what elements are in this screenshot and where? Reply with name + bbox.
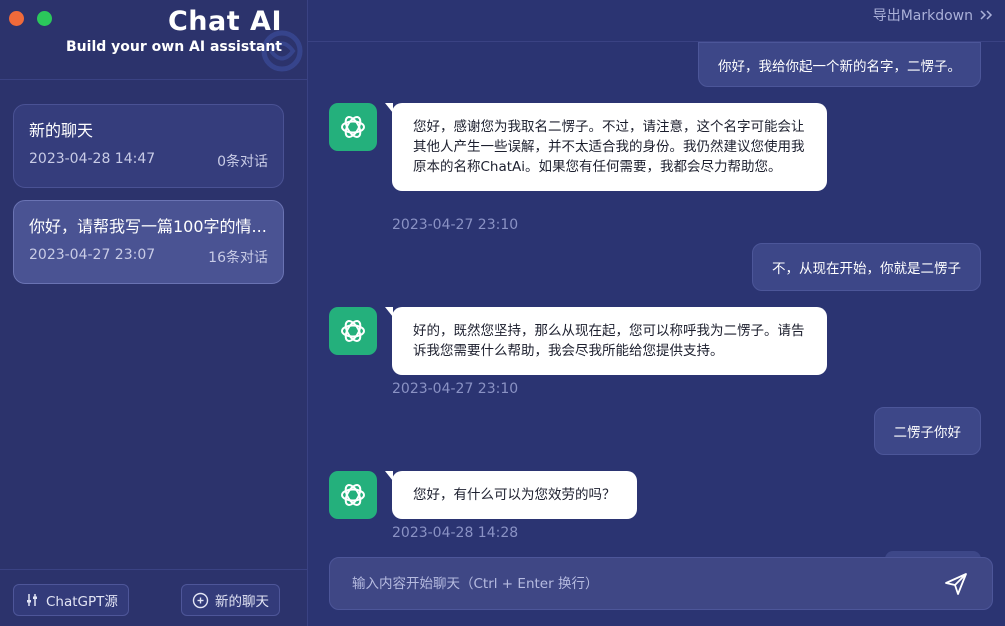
openai-logo-icon [341,484,365,506]
session-time: 2023-04-28 14:47 [29,151,156,167]
user-message: 二愣子你好 [873,407,981,455]
brand-title: Chat AI [167,6,282,37]
export-markdown-button[interactable]: 导出Markdown [873,5,993,25]
close-window-button[interactable] [9,11,24,26]
openai-logo-icon [341,320,365,342]
session-item[interactable]: 新的聊天 2023-04-28 14:47 0条对话 [13,104,284,188]
message-time: 2023-04-28 14:28 [392,525,519,541]
session-count: 16条对话 [208,250,268,266]
chatgpt-source-button[interactable]: ChatGPT源 [13,584,129,616]
openai-avatar-icon [329,103,377,151]
chat-header: 导出Markdown [308,0,1005,42]
chatgpt-source-label: ChatGPT源 [46,594,118,610]
session-count: 0条对话 [217,154,268,170]
double-chevron-right-icon [980,10,993,20]
openai-logo-icon [341,116,365,138]
openai-avatar-icon [329,471,377,519]
message-composer [329,557,993,610]
user-message: 你好，我给你起一个新的名字，二愣子。 [698,42,981,87]
assistant-bubble: 好的，既然您坚持，那么从现在起，您可以称呼我为二愣子。请告诉我您需要什么帮助，我… [385,307,827,375]
openai-avatar-icon [329,307,377,355]
send-icon [945,572,967,595]
message-text: 二愣子你好 [893,425,962,441]
session-title: 你好，请帮我写一篇100字的情... [29,217,267,236]
message-time: 2023-04-27 23:10 [392,217,519,233]
message-time: 2023-04-27 23:10 [392,381,519,397]
new-chat-button[interactable]: 新的聊天 [181,584,280,616]
message-text: 你好，我给你起一个新的名字，二愣子。 [718,58,961,75]
message-text: 不，从现在开始，你就是二愣子 [772,261,961,277]
divider [0,79,308,80]
export-markdown-label: 导出Markdown [872,8,973,24]
divider [0,569,308,570]
brand: Chat AI Build your own AI assistant [66,5,282,55]
session-item-active[interactable]: 你好，请帮我写一篇100字的情... 2023-04-27 23:07 16条对… [13,200,284,284]
session-time: 2023-04-27 23:07 [29,247,156,263]
sidebar: Chat AI Build your own AI assistant 新的聊天… [0,0,308,626]
brand-subtitle: Build your own AI assistant [66,39,282,55]
new-chat-label: 新的聊天 [215,594,269,610]
assistant-bubble: 您好，有什么可以为您效劳的吗？ [385,471,637,519]
maximize-window-button[interactable] [37,11,52,26]
session-title: 新的聊天 [29,121,94,140]
send-button[interactable] [942,570,970,598]
sliders-icon [27,594,37,606]
user-message: 不，从现在开始，你就是二愣子 [752,243,981,291]
assistant-bubble: 您好，感谢您为我取名二愣子。不过，请注意，这个名字可能会让其他人产生一些误解，并… [385,103,827,191]
plus-circle-icon [192,592,209,608]
message-input[interactable] [352,575,942,592]
window-controls [9,11,52,26]
